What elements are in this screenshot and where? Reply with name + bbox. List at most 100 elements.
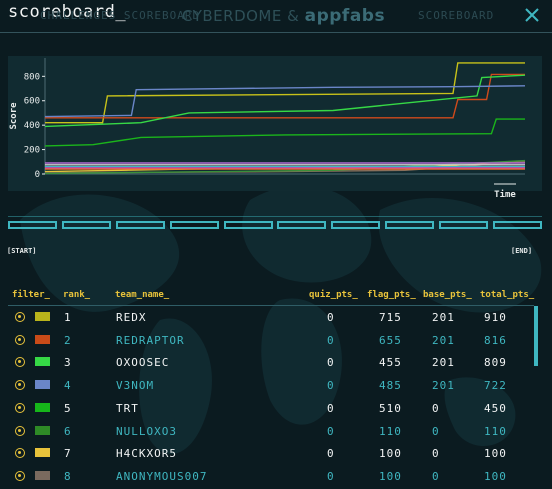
rank-cell: 7 xyxy=(64,447,72,461)
header-total-pts[interactable]: total_pts_ xyxy=(480,290,534,300)
filter-radio[interactable] xyxy=(15,448,25,459)
quiz-pts-cell: 0 xyxy=(327,447,335,461)
rank-cell: 3 xyxy=(64,356,72,370)
table-row[interactable]: 3 OXOOSEC 0 455 201 809 xyxy=(0,353,534,375)
team-name-cell: H4CKXOR5 xyxy=(116,447,177,461)
rank-cell: 6 xyxy=(64,424,72,438)
header-divider xyxy=(8,305,534,306)
total-pts-cell: 910 xyxy=(484,311,507,324)
base-pts-cell: 0 xyxy=(432,401,440,415)
base-pts-cell: 201 xyxy=(432,356,455,370)
quiz-pts-cell: 0 xyxy=(327,356,335,370)
flag-pts-cell: 485 xyxy=(379,379,402,393)
total-pts-cell: 100 xyxy=(484,447,507,461)
flag-pts-cell: 100 xyxy=(379,447,402,461)
quiz-pts-cell: 0 xyxy=(327,469,335,483)
table-row[interactable]: 6 NULLOXO3 0 110 0 110 xyxy=(0,422,534,444)
flag-pts-cell: 510 xyxy=(379,401,402,415)
timeline-segment[interactable] xyxy=(169,221,219,229)
score-chart: 0 200 400 600 800 Score Time xyxy=(0,56,552,204)
team-color-swatch xyxy=(35,470,50,480)
table-row[interactable]: 7 H4CKXOR5 0 100 0 100 xyxy=(0,444,534,466)
quiz-pts-cell: 0 xyxy=(327,424,335,438)
base-pts-cell: 0 xyxy=(432,424,440,438)
table-scrollbar[interactable] xyxy=(534,306,538,366)
y-tick-label: 400 xyxy=(24,121,40,131)
quiz-pts-cell: 0 xyxy=(327,379,335,393)
team-name-cell: V3NOM xyxy=(116,379,155,393)
total-pts-cell: 110 xyxy=(484,424,507,438)
table-row[interactable]: 4 V3NOM 0 485 201 722 xyxy=(0,376,534,398)
timeline-segment[interactable] xyxy=(331,221,381,229)
timeline-segment[interactable] xyxy=(61,221,111,229)
flag-pts-cell: 655 xyxy=(379,333,402,347)
x-axis-label: Time xyxy=(494,189,516,200)
header-quiz-pts[interactable]: quiz_pts_ xyxy=(309,290,358,300)
table-header: filter_ rank_ team_name_ quiz_pts_ flag_… xyxy=(0,290,552,304)
table-row[interactable]: 2 REDRAPTOR 0 655 201 816 xyxy=(0,331,534,353)
rank-cell: 8 xyxy=(64,469,72,483)
base-pts-cell: 201 xyxy=(432,379,455,393)
timeline-segment[interactable] xyxy=(439,221,488,229)
timeline-scrubber[interactable] xyxy=(8,221,542,235)
base-pts-cell: 201 xyxy=(432,333,455,347)
logo-part1: CYBERDOME xyxy=(182,7,282,25)
flag-pts-cell: 715 xyxy=(379,311,402,324)
total-pts-cell: 816 xyxy=(484,333,507,347)
team-name-cell: OXOOSEC xyxy=(116,356,170,370)
header-flag-pts[interactable]: flag_pts_ xyxy=(367,290,416,300)
score-chart-svg: 0 200 400 600 800 Score Time xyxy=(8,56,542,200)
quiz-pts-cell: 0 xyxy=(327,401,335,415)
filter-radio[interactable] xyxy=(15,402,25,413)
timeline-segment[interactable] xyxy=(277,221,327,229)
timeline-end-label: [END] xyxy=(511,247,533,255)
total-pts-cell: 450 xyxy=(484,401,507,415)
table-row[interactable]: 1 REDX 0 715 201 910 xyxy=(0,308,534,330)
team-color-swatch xyxy=(35,312,50,321)
timeline-segment[interactable] xyxy=(385,221,435,229)
filter-radio[interactable] xyxy=(15,357,25,368)
rank-cell: 1 xyxy=(64,311,72,324)
header-filter[interactable]: filter_ xyxy=(12,290,50,300)
team-color-swatch xyxy=(35,380,50,390)
total-pts-cell: 100 xyxy=(484,469,507,483)
filter-radio[interactable] xyxy=(15,380,25,391)
rank-cell: 5 xyxy=(64,401,72,415)
timeline-start-label: [START] xyxy=(7,247,37,255)
team-color-swatch xyxy=(35,334,50,344)
team-color-swatch xyxy=(35,402,50,412)
team-name-cell: TRT xyxy=(116,401,139,415)
filter-radio[interactable] xyxy=(15,425,25,436)
header-rank[interactable]: rank_ xyxy=(63,290,90,300)
team-name-cell: ANONYMOUS007 xyxy=(116,469,208,483)
timeline-segment[interactable] xyxy=(115,221,165,229)
timeline-segment[interactable] xyxy=(8,221,57,229)
total-pts-cell: 809 xyxy=(484,356,507,370)
flag-pts-cell: 110 xyxy=(379,424,402,438)
filter-radio[interactable] xyxy=(15,312,25,322)
team-color-swatch xyxy=(35,425,50,435)
timeline-segment[interactable] xyxy=(223,221,273,229)
team-color-swatch xyxy=(35,357,50,367)
quiz-pts-cell: 0 xyxy=(327,333,335,347)
timeline-track xyxy=(8,216,542,217)
header-team-name[interactable]: team_name_ xyxy=(115,290,169,300)
base-pts-cell: 201 xyxy=(432,311,455,324)
y-tick-label: 600 xyxy=(24,97,40,107)
team-name-cell: NULLOXO3 xyxy=(116,424,177,438)
y-axis-label: Score xyxy=(9,102,19,130)
filter-radio[interactable] xyxy=(15,470,25,481)
logo-part2: appfabs xyxy=(304,6,386,26)
background-nav-left: CHALLENGES SCOREBOARD xyxy=(40,9,201,22)
header-base-pts[interactable]: base_pts_ xyxy=(423,290,472,300)
table-row[interactable]: 5 TRT 0 510 0 450 xyxy=(0,399,534,421)
base-pts-cell: 0 xyxy=(432,469,440,483)
flag-pts-cell: 455 xyxy=(379,356,402,370)
filter-radio[interactable] xyxy=(15,334,25,345)
close-button[interactable] xyxy=(522,5,542,25)
logo-amp: & xyxy=(287,7,300,25)
close-icon xyxy=(525,8,539,22)
team-name-cell: REDRAPTOR xyxy=(116,333,185,347)
flag-pts-cell: 100 xyxy=(379,469,402,483)
timeline-segment[interactable] xyxy=(492,221,542,229)
